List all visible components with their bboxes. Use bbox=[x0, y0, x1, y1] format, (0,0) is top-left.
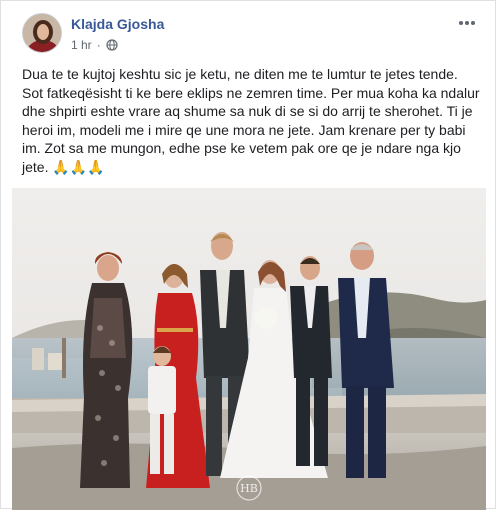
post-time[interactable]: 1 hr bbox=[71, 38, 92, 52]
author-avatar[interactable] bbox=[22, 13, 62, 53]
wedding-group-photo: HB bbox=[12, 188, 486, 510]
avatar-photo bbox=[23, 14, 61, 52]
post-photo[interactable]: HB bbox=[12, 188, 486, 510]
photo-watermark: HB bbox=[240, 482, 258, 495]
author-name[interactable]: Klajda Gjosha bbox=[71, 16, 164, 32]
more-options-icon[interactable] bbox=[457, 15, 477, 31]
post-card: Klajda Gjosha 1 hr · Dua te te kujtoj ke… bbox=[0, 0, 496, 510]
post-text: Dua te te kujtoj keshtu sic je ketu, ne … bbox=[22, 66, 480, 175]
globe-icon[interactable] bbox=[106, 39, 118, 51]
post-meta: 1 hr · bbox=[71, 38, 118, 52]
meta-separator: · bbox=[96, 38, 101, 52]
